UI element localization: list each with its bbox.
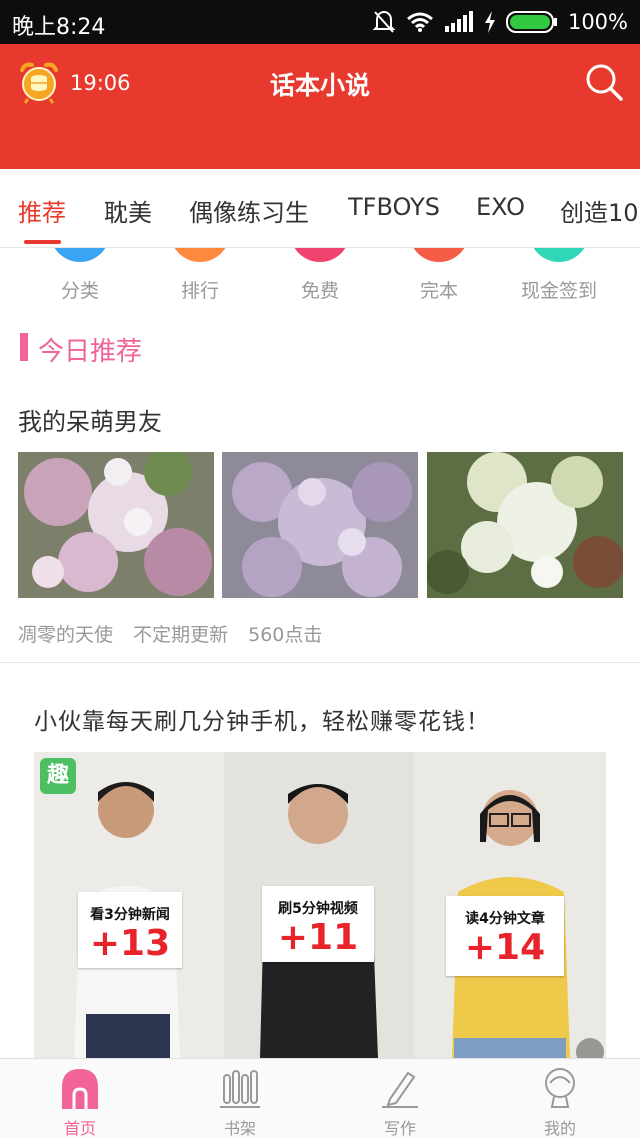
nav-label: 首页 <box>63 1119 96 1138</box>
status-bar: 晚上8:24 100% <box>0 0 640 44</box>
quick-entry-label: 现金签到 <box>520 280 597 302</box>
battery-icon <box>505 11 557 33</box>
tab-exo[interactable]: EXO <box>476 193 525 221</box>
section-title-bar <box>20 333 28 361</box>
ad-logo-badge: 趣 <box>40 758 76 794</box>
book-meta: 凋零的天使 不定期更新 560点击 <box>18 620 336 647</box>
tab-active-indicator <box>24 240 61 244</box>
charging-icon <box>484 11 495 33</box>
ad-sign-number: +14 <box>464 927 546 968</box>
quick-entry-free[interactable]: 免费 <box>260 248 380 310</box>
nav-label: 我的 <box>543 1119 576 1138</box>
app-title: 话本小说 <box>269 71 370 100</box>
nav-profile[interactable]: 我的 <box>480 1059 640 1138</box>
tab-tfboys[interactable]: TFBOYS <box>348 193 440 221</box>
search-icon[interactable] <box>584 62 624 102</box>
ad-sign-caption: 读4分钟文章 <box>465 911 545 927</box>
book-clicks: 560点击 <box>248 624 323 646</box>
tab-danmei[interactable]: 耽美 <box>104 193 152 228</box>
category-icon <box>50 248 110 262</box>
mute-bell-icon <box>372 10 396 33</box>
battery-percent: 100% <box>567 10 628 34</box>
quick-entry-ranking[interactable]: 排行 <box>140 248 260 310</box>
nav-home[interactable]: 首页 <box>0 1059 160 1138</box>
ad-sign-2: 刷5分钟视频 +11 <box>262 886 374 962</box>
book-author: 凋零的天使 <box>18 624 114 646</box>
completed-icon <box>409 248 469 262</box>
free-icon <box>290 248 350 262</box>
book-cover-image-1[interactable] <box>18 452 214 598</box>
quick-entry-category[interactable]: 分类 <box>20 248 140 310</box>
quick-entry-label: 分类 <box>60 280 99 302</box>
section-title: 今日推荐 <box>38 337 143 367</box>
status-icons: 100% <box>372 6 628 38</box>
book-update-status: 不定期更新 <box>133 624 229 646</box>
book-title[interactable]: 我的呆萌男友 <box>18 402 162 437</box>
ad-sign-caption: 刷5分钟视频 <box>278 901 358 917</box>
status-time: 晚上8:24 <box>12 15 106 40</box>
ad-sign-1: 看3分钟新闻 +13 <box>78 892 182 968</box>
quick-entry-label: 完本 <box>419 280 458 302</box>
nav-bookshelf[interactable]: 书架 <box>160 1059 320 1138</box>
bottom-nav: 首页 书架 写作 我的 <box>0 1058 640 1138</box>
quick-entry-completed[interactable]: 完本 <box>379 248 499 310</box>
cash-checkin-icon <box>529 248 589 262</box>
nav-label: 写作 <box>383 1119 416 1138</box>
divider <box>0 662 640 663</box>
ad-title[interactable]: 小伙靠每天刷几分钟手机，轻松赚零花钱！ <box>34 702 490 736</box>
category-tabs: 推荐 耽美 偶像练习生 TFBOYS EXO 创造10 <box>0 169 640 248</box>
tab-idol-trainee[interactable]: 偶像练习生 <box>189 193 309 228</box>
quick-entry-row: 分类 排行 免费 完本 现金签到 <box>0 248 640 310</box>
signal-icon <box>444 11 473 32</box>
app-header <box>0 44 640 169</box>
quick-entry-cash-checkin[interactable]: 现金签到 <box>499 248 619 310</box>
ranking-icon <box>170 248 230 262</box>
nav-write[interactable]: 写作 <box>320 1059 480 1138</box>
tab-recommend[interactable]: 推荐 <box>18 193 66 228</box>
ad-sign-3: 读4分钟文章 +14 <box>446 896 564 976</box>
pen-icon <box>382 1071 418 1108</box>
profile-icon <box>545 1068 575 1108</box>
nav-label: 书架 <box>223 1119 256 1138</box>
book-cover-image-2[interactable] <box>222 452 418 598</box>
quick-entry-label: 排行 <box>180 280 219 302</box>
wifi-icon <box>406 12 433 32</box>
bookshelf-icon <box>220 1070 260 1108</box>
quick-entry-label: 免费 <box>300 280 339 302</box>
ad-image[interactable]: 趣 看3分钟新闻 +13 刷5分钟视频 +11 读4分钟文章 +14 <box>34 752 606 1058</box>
home-icon <box>62 1069 98 1109</box>
ad-sign-number: +13 <box>89 923 171 964</box>
ad-sign-number: +11 <box>277 917 359 958</box>
ad-sign-caption: 看3分钟新闻 <box>90 907 170 923</box>
book-cover-image-3[interactable] <box>427 452 623 598</box>
tab-chuangzao[interactable]: 创造10 <box>560 193 639 228</box>
